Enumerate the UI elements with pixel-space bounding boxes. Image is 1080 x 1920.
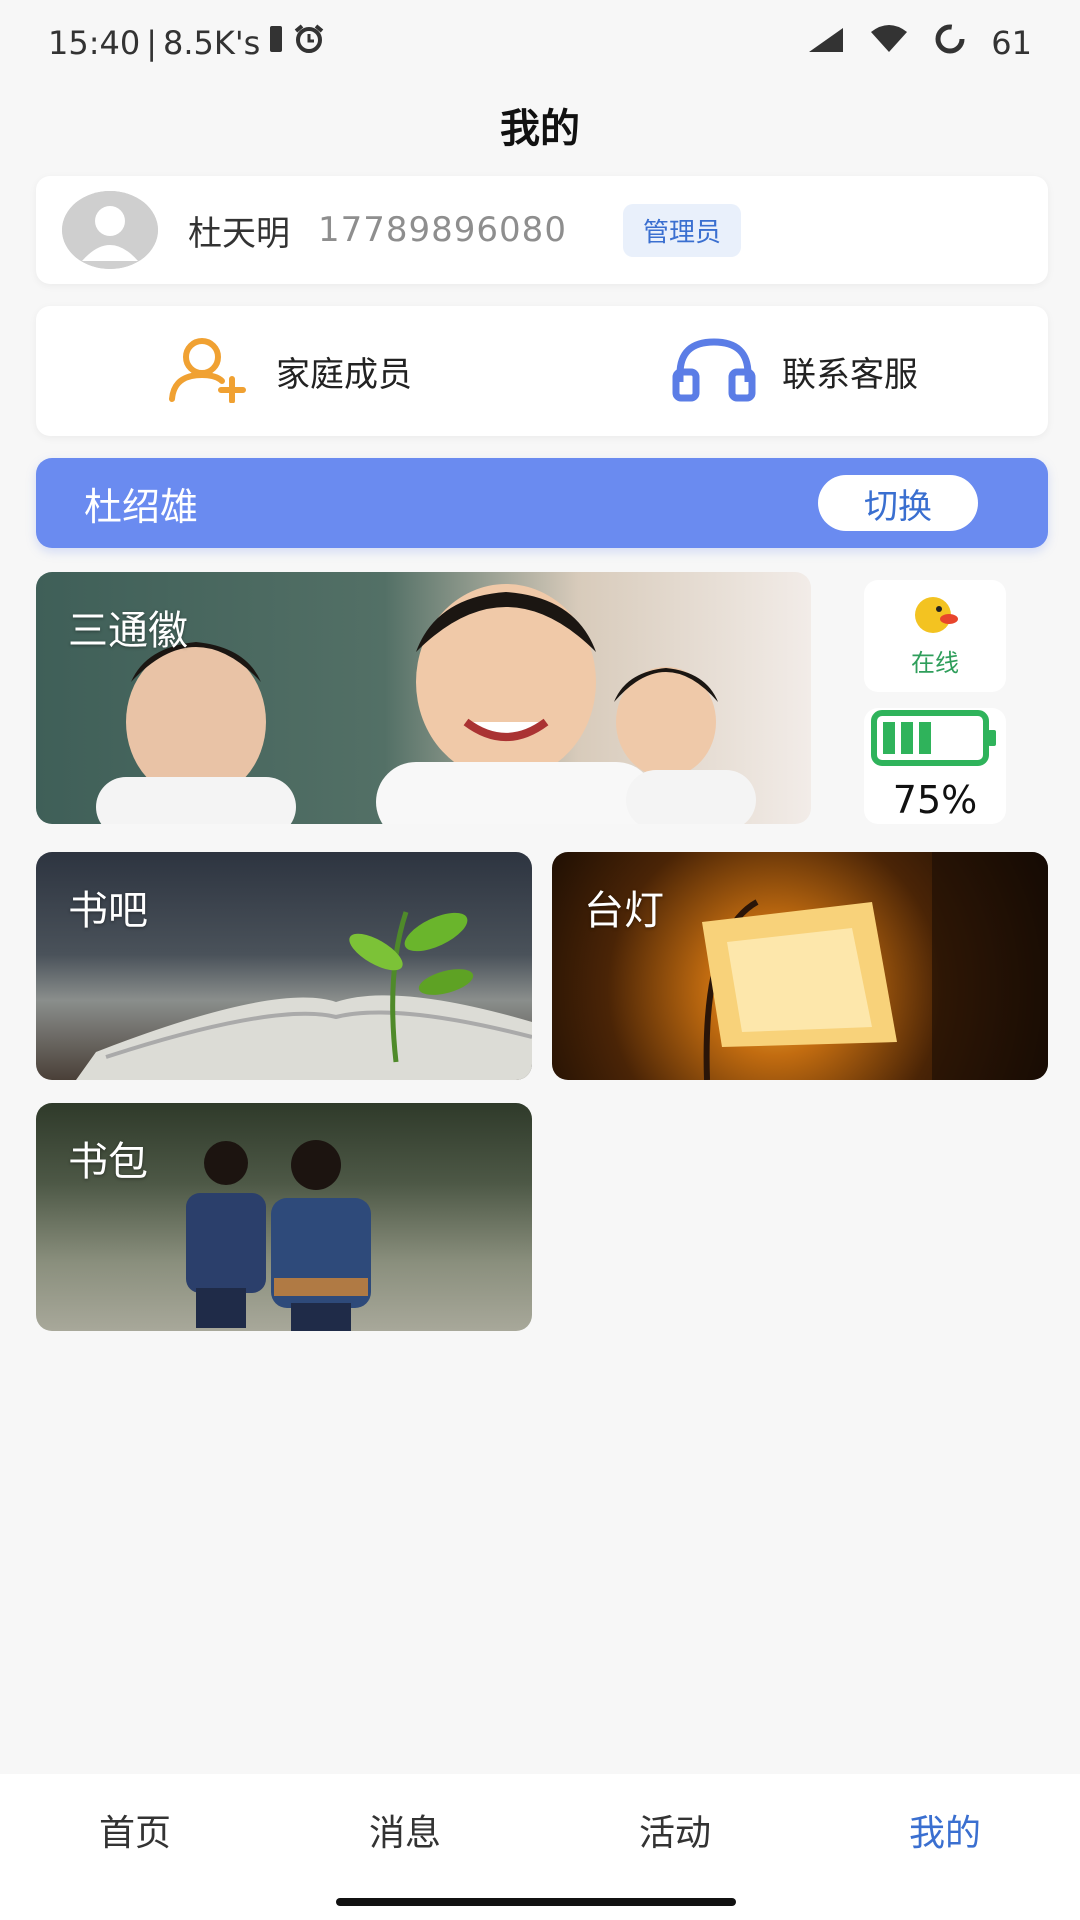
battery-status-widget: 75% (864, 708, 1006, 824)
quick-actions-card: 家庭成员 联系客服 (36, 306, 1048, 436)
current-student-name: 杜绍雄 (84, 484, 199, 529)
user-phone: 17789896080 (318, 210, 567, 250)
alarm-icon (292, 24, 326, 62)
student-switch-bar: 杜绍雄 切换 (36, 458, 1048, 548)
status-speed: 8.5K's (163, 24, 261, 62)
duck-face-icon (911, 595, 959, 639)
role-badge: 管理员 (622, 203, 741, 257)
battery-cell (919, 722, 931, 754)
status-time: 15:40 (48, 24, 141, 62)
device-tile-lamp[interactable]: 台灯 (552, 852, 1048, 1080)
battery-cell (901, 722, 913, 754)
family-members-button[interactable]: 家庭成员 (36, 306, 542, 436)
contact-support-button[interactable]: 联系客服 (542, 306, 1048, 436)
default-avatar-icon (62, 191, 158, 269)
status-separator: | (146, 24, 157, 62)
signal-icon (807, 24, 845, 62)
battery-cell (883, 722, 895, 754)
profile-card[interactable]: 杜天明 17789896080 管理员 (36, 176, 1048, 284)
add-user-icon (166, 335, 250, 407)
status-left: 15:40 | 8.5K's (48, 24, 326, 62)
status-right: 61 (807, 22, 1032, 64)
nav-tab-mine[interactable]: 我的 (810, 1774, 1080, 1920)
family-members-label: 家庭成员 (276, 354, 412, 395)
battery-percentage: 75% (892, 778, 978, 822)
switch-button[interactable]: 切换 (818, 475, 978, 531)
status-battery-level: 61 (991, 24, 1032, 62)
device-tile-school[interactable]: 三通徽 (36, 572, 811, 824)
battery-icon (871, 710, 999, 770)
status-bar: 15:40 | 8.5K's 61 (0, 0, 1080, 86)
device-label-lamp: 台灯 (584, 888, 664, 934)
avatar[interactable] (62, 191, 158, 269)
home-indicator[interactable] (336, 1898, 736, 1906)
device-label-bookbar: 书吧 (68, 888, 148, 934)
vibrate-icon (266, 24, 286, 62)
device-label-bag: 书包 (68, 1139, 148, 1185)
headset-icon (672, 336, 756, 406)
device-label-school: 三通徽 (68, 608, 188, 654)
device-tile-bookbar[interactable]: 书吧 (36, 852, 532, 1080)
nav-tab-home[interactable]: 首页 (0, 1774, 270, 1920)
user-name: 杜天明 (188, 213, 290, 254)
contact-support-label: 联系客服 (782, 354, 918, 395)
online-status-text: 在线 (911, 648, 959, 677)
online-status-widget: 在线 (864, 580, 1006, 692)
device-tile-bag[interactable]: 书包 (36, 1103, 532, 1331)
page-title: 我的 (500, 106, 580, 152)
wifi-icon (869, 24, 909, 62)
battery-ring-icon (933, 22, 967, 64)
